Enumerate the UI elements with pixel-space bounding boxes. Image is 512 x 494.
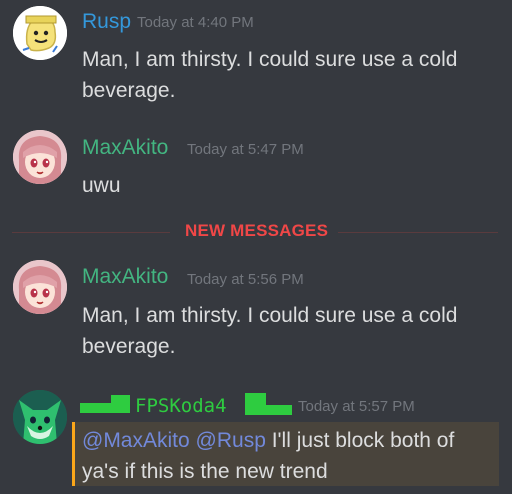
timestamp: Today at 5:57 PM — [298, 398, 415, 415]
mention-rusp[interactable]: @Rusp — [196, 429, 266, 452]
message-text: Man, I am thirsty. I could sure use a co… — [82, 48, 458, 102]
chat-messages: Rusp Today at 4:40 PM Man, I am thirsty.… — [0, 0, 512, 494]
username[interactable]: MaxAkito — [82, 265, 168, 289]
avatar-maxakito-icon[interactable] — [13, 130, 67, 184]
message-maxakito-1: MaxAkito Today at 5:47 PM uwu — [0, 120, 512, 210]
username[interactable]: FPSKoda4 — [135, 395, 227, 417]
message-text: Man, I am thirsty. I could sure use a co… — [82, 304, 458, 358]
divider-line-left — [12, 232, 170, 233]
mention-maxakito[interactable]: @MaxAkito — [82, 429, 190, 452]
name-decoration-bar-right — [266, 405, 292, 415]
message-text: uwu — [82, 174, 121, 197]
avatar-fpskoda4-icon[interactable] — [13, 390, 67, 444]
avatar-rusp-icon[interactable] — [13, 6, 67, 60]
message-fpskoda4: FPSKoda4 Today at 5:57 PM @MaxAkito @Rus… — [0, 380, 512, 494]
message-maxakito-2: MaxAkito Today at 5:56 PM Man, I am thir… — [0, 250, 512, 370]
message-text: @MaxAkito @Rusp I'll just block both of … — [82, 425, 492, 487]
timestamp: Today at 4:40 PM — [137, 14, 254, 31]
new-messages-divider: NEW MESSAGES — [12, 220, 498, 244]
timestamp: Today at 5:56 PM — [187, 271, 304, 288]
avatar-maxakito-icon[interactable] — [13, 260, 67, 314]
timestamp: Today at 5:47 PM — [187, 141, 304, 158]
username[interactable]: MaxAkito — [82, 136, 168, 160]
name-decoration-block-right — [245, 393, 266, 415]
username[interactable]: Rusp — [82, 10, 131, 34]
name-decoration-block-left — [111, 395, 130, 413]
message-rusp: Rusp Today at 4:40 PM Man, I am thirsty.… — [0, 0, 512, 120]
new-messages-label: NEW MESSAGES — [185, 221, 329, 240]
divider-line-right — [338, 232, 498, 233]
